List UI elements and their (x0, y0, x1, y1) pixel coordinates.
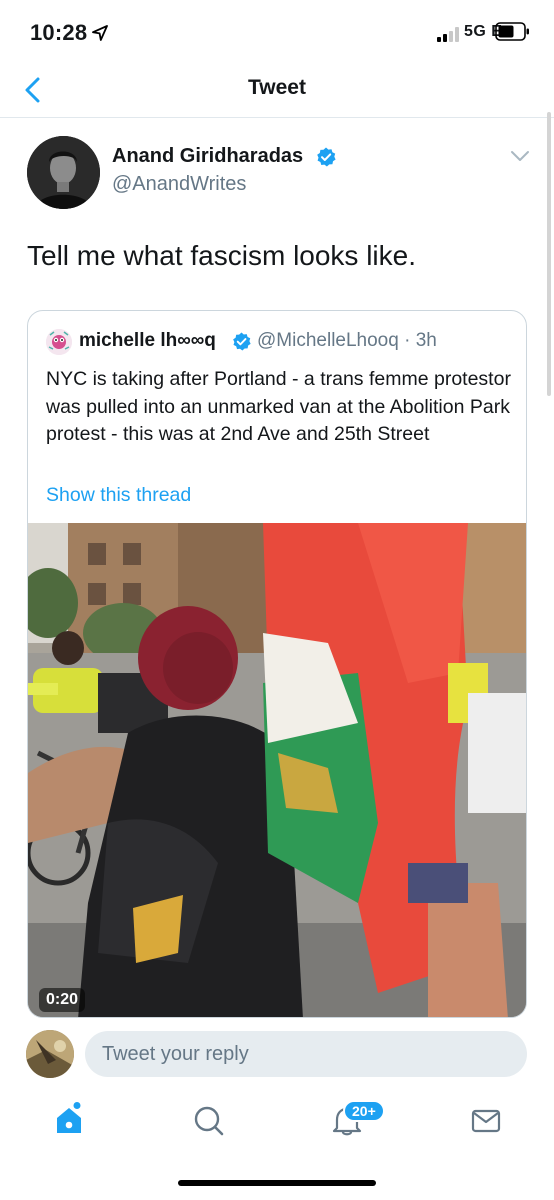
home-icon[interactable] (49, 1100, 89, 1140)
scroll-indicator (547, 112, 551, 396)
dot-separator: · (398, 330, 416, 351)
video-frame (28, 523, 526, 1017)
verified-badge-icon (317, 147, 336, 167)
reply-input[interactable] (85, 1031, 527, 1077)
quoted-tweet-text: NYC is taking after Portland - a trans f… (46, 368, 511, 445)
search-icon[interactable] (189, 1100, 229, 1140)
author-avatar[interactable] (27, 136, 100, 209)
show-thread-link[interactable]: Show this thread (46, 484, 191, 507)
notifications-badge: 20+ (343, 1100, 385, 1122)
verified-badge-icon (233, 332, 251, 351)
status-bar: 10:28 5G E (0, 0, 554, 62)
messages-envelope-icon[interactable] (465, 1100, 505, 1140)
cellular-signal-icon (437, 26, 463, 42)
status-time: 10:28 (30, 20, 88, 45)
quoted-author-name[interactable]: michelle lh∞∞q (79, 330, 216, 352)
quoted-tweet-time: 3h (415, 330, 437, 351)
quoted-author-handle: @MichelleLhooq (257, 330, 399, 351)
quoted-tweet-card[interactable]: michelle lh∞∞q @MichelleLhooq · 3h NYC i… (27, 310, 527, 1018)
location-arrow-icon (92, 25, 108, 41)
author-handle[interactable]: @AnandWrites (112, 173, 246, 196)
home-indicator[interactable] (178, 1180, 376, 1186)
page-title: Tweet (248, 76, 306, 99)
video-duration: 0:20 (39, 988, 86, 1012)
battery-icon (495, 22, 529, 41)
video-player[interactable]: 0:20 (28, 523, 526, 1017)
current-user-avatar[interactable] (26, 1030, 74, 1078)
tweet-text: Tell me what fascism looks like. (27, 240, 417, 271)
navigation-bar: Tweet (0, 62, 554, 118)
quoted-author-handle-and-time[interactable]: @MichelleLhooq · 3h (257, 330, 437, 352)
author-name[interactable]: Anand Giridharadas (112, 145, 303, 168)
chevron-down-icon[interactable] (509, 148, 531, 164)
quoted-author-avatar[interactable] (46, 329, 72, 355)
